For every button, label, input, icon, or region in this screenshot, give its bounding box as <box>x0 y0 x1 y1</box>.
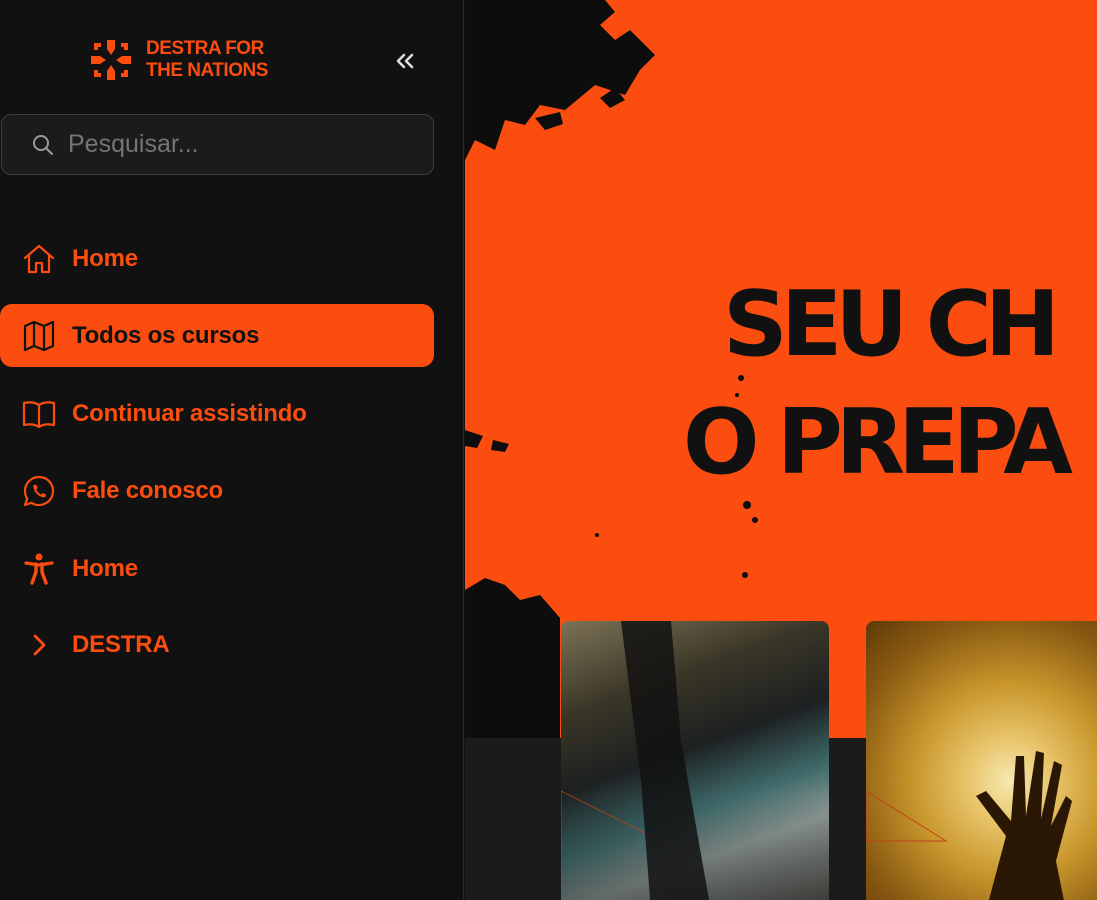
home-icon <box>22 242 56 276</box>
sidebar-item-label: Fale conosco <box>72 476 223 504</box>
sidebar-item-accessibility[interactable]: Home <box>0 537 434 600</box>
sidebar-item-destra[interactable]: DESTRA <box>0 613 434 676</box>
search-input[interactable] <box>68 130 398 159</box>
search-box[interactable] <box>1 114 434 175</box>
hero-title-line2: O PREPA <box>683 390 1073 495</box>
sidebar-item-home[interactable]: Home <box>0 227 434 290</box>
accessibility-icon <box>22 552 56 586</box>
search-icon <box>33 134 53 155</box>
sidebar-item-label: DESTRA <box>72 630 170 658</box>
sidebar-item-todos-os-cursos[interactable]: Todos os cursos <box>0 304 434 367</box>
sidebar-item-label: Continuar assistindo <box>72 399 307 427</box>
chevron-right-icon <box>22 628 56 662</box>
course-card[interactable] <box>561 621 829 900</box>
double-chevron-left-icon <box>396 53 414 69</box>
hero-title: SEU CH O PREPA <box>683 266 1073 502</box>
sidebar: DESTRA FOR THE NATIONS Home <box>0 0 464 900</box>
brand-name: DESTRA FOR THE NATIONS <box>146 38 268 81</box>
collapse-sidebar-button[interactable] <box>388 46 422 76</box>
sidebar-item-label: Home <box>72 554 138 582</box>
course-card[interactable] <box>866 621 1097 900</box>
sidebar-item-continuar-assistindo[interactable]: Continuar assistindo <box>0 382 434 445</box>
whatsapp-icon <box>22 474 56 508</box>
map-icon <box>22 319 56 353</box>
book-open-icon <box>22 397 56 431</box>
destra-cross-logo-icon <box>91 40 131 80</box>
card-image <box>866 751 1072 900</box>
brand-logo[interactable]: DESTRA FOR THE NATIONS <box>90 38 268 82</box>
sidebar-item-label: Todos os cursos <box>72 321 260 349</box>
sidebar-item-label: Home <box>72 244 138 272</box>
main-content: SEU CH O PREPA <box>465 0 1097 900</box>
sidebar-item-fale-conosco[interactable]: Fale conosco <box>0 459 434 522</box>
hero-title-line1: SEU CH <box>723 272 1060 377</box>
card-image <box>561 621 710 900</box>
